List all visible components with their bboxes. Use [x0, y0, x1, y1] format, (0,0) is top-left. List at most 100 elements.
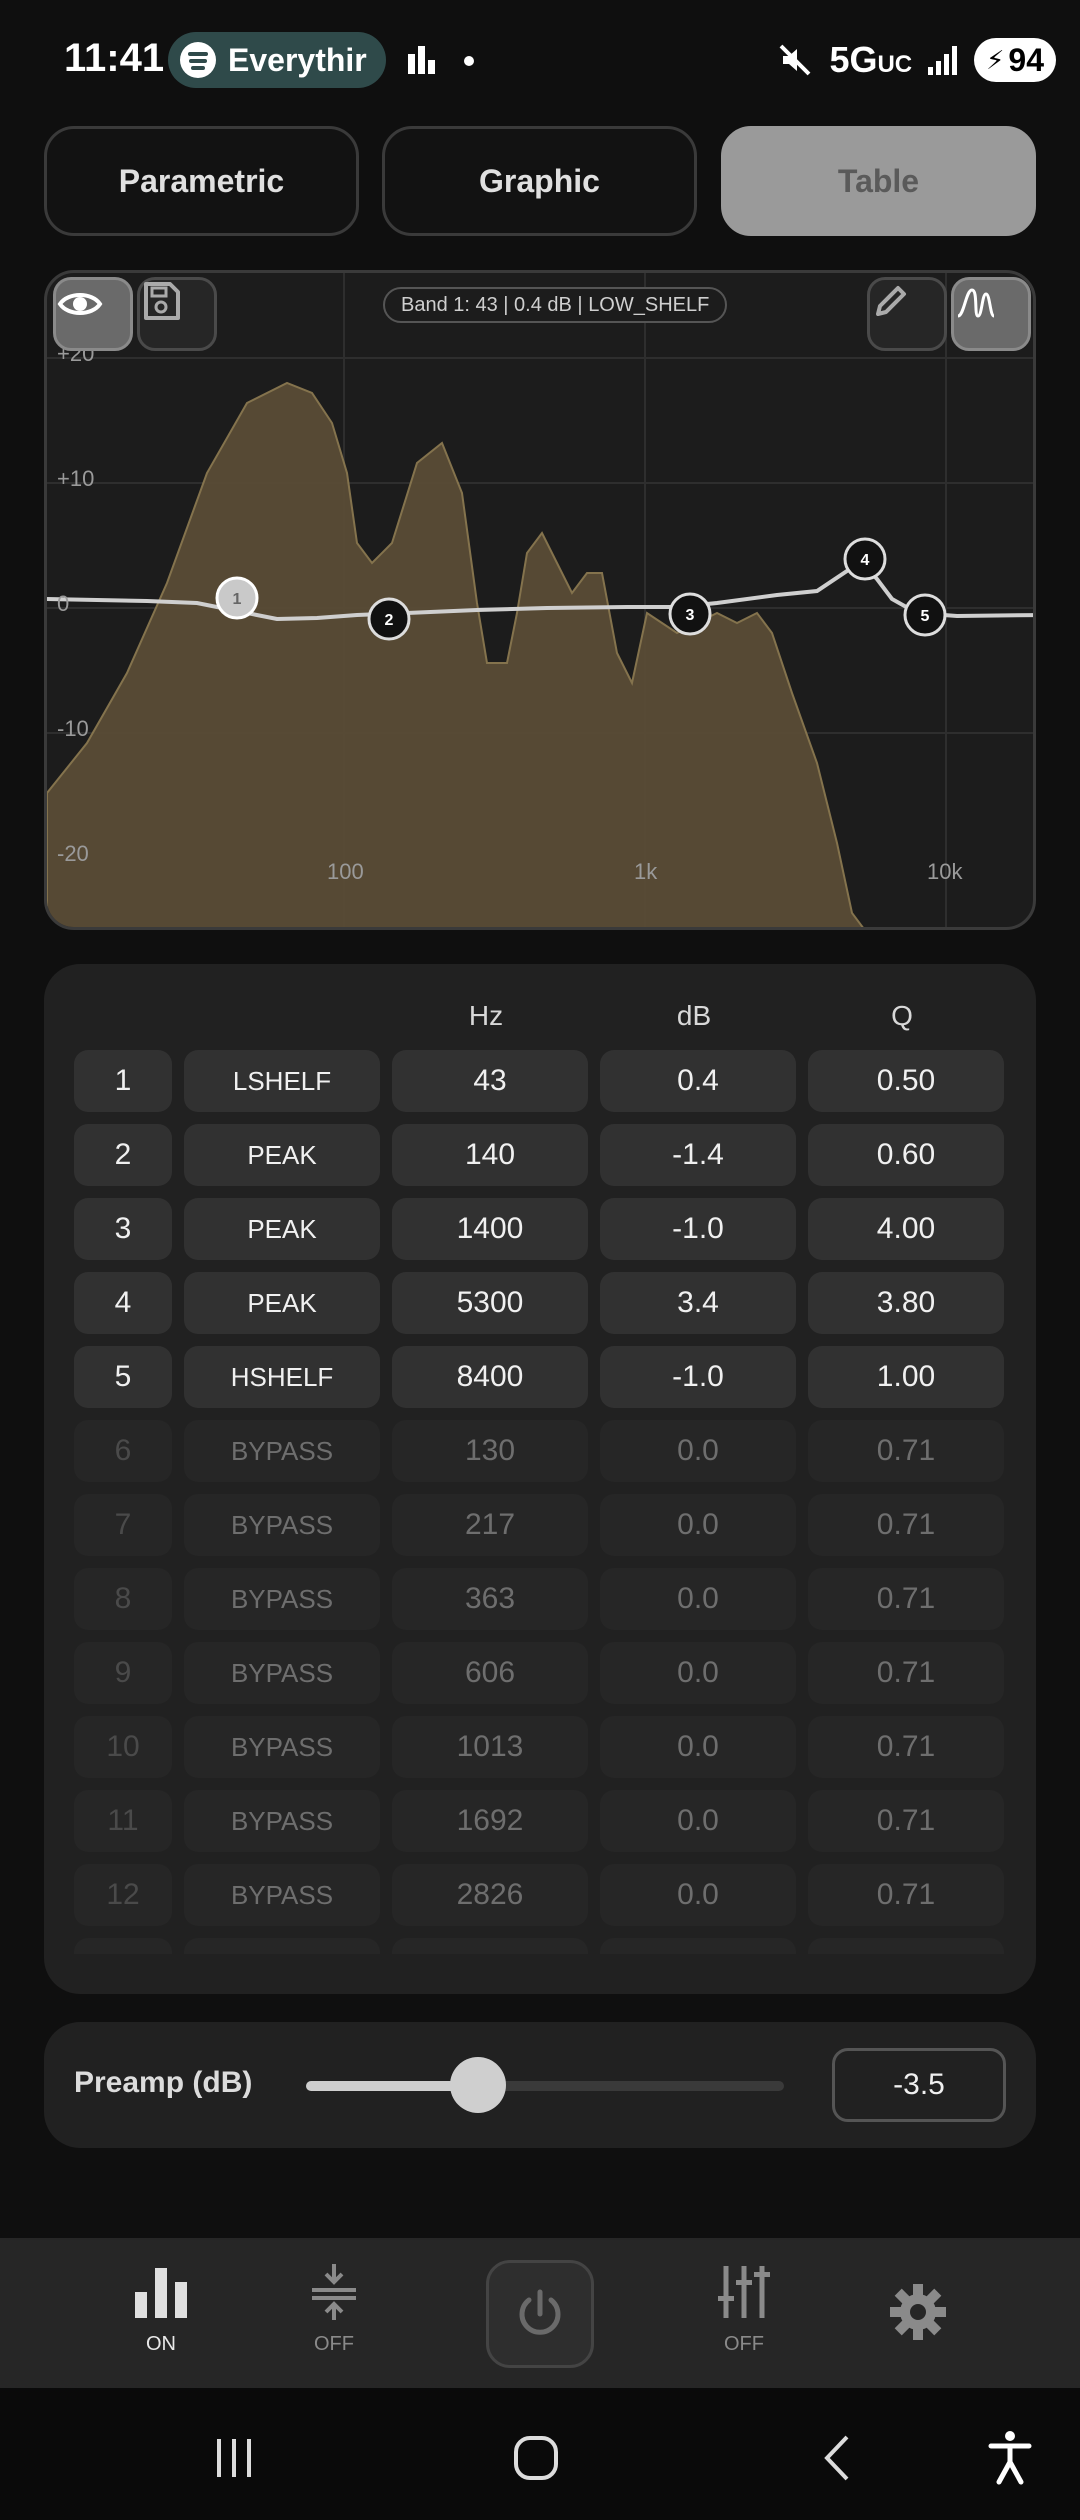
frequency-input[interactable]: 8400	[392, 1346, 588, 1408]
band-index-cell[interactable]: 12	[74, 1864, 172, 1926]
eq-graph[interactable]: +20 +10 0 -10 -20 100 1k 10k 1 2 3 4 5 B…	[44, 270, 1036, 930]
frequency-input[interactable]: 5300	[392, 1272, 588, 1334]
band-index-cell[interactable]: 1	[74, 1050, 172, 1112]
band-node-1[interactable]: 1	[215, 576, 259, 620]
frequency-input[interactable]: 217	[392, 1494, 588, 1556]
preamp-slider-thumb[interactable]	[450, 2057, 507, 2113]
q-input[interactable]: 4.00	[808, 1198, 1004, 1260]
band-index-cell[interactable]: 2	[74, 1124, 172, 1186]
band-index-cell[interactable]: 11	[74, 1790, 172, 1852]
band-node-5[interactable]: 5	[903, 593, 947, 637]
bottom-toolbar: ON OFF OFF	[0, 2238, 1080, 2388]
band-index-cell[interactable]: 8	[74, 1568, 172, 1630]
gain-input[interactable]: 0.0	[600, 1642, 796, 1704]
band-index-cell[interactable]: 4	[74, 1272, 172, 1334]
frequency-input[interactable]: 1400	[392, 1198, 588, 1260]
band-index-cell[interactable]: 9	[74, 1642, 172, 1704]
band-type-selector[interactable]: BYPASS	[184, 1790, 380, 1852]
band-index-cell[interactable]: 3	[74, 1198, 172, 1260]
q-input[interactable]: 0.71	[808, 1864, 1004, 1926]
gain-input[interactable]: 0.4	[600, 1050, 796, 1112]
curve-mode-button[interactable]	[951, 277, 1031, 351]
gain-input[interactable]: -1.0	[600, 1346, 796, 1408]
table-row: 11 BYPASS 1692 0.0 0.71	[74, 1790, 1006, 1864]
q-input[interactable]: 0.71	[808, 1642, 1004, 1704]
accessibility-icon	[988, 2431, 1032, 2485]
gain-input[interactable]: 0.0	[600, 1494, 796, 1556]
recent-apps-button[interactable]	[194, 2418, 274, 2498]
q-input[interactable]: 0.60	[808, 1124, 1004, 1186]
q-input[interactable]: 0.71	[808, 1494, 1004, 1556]
q-input[interactable]: 0.71	[808, 1716, 1004, 1778]
frequency-input[interactable]: 130	[392, 1420, 588, 1482]
gain-input[interactable]: 0.0	[600, 1568, 796, 1630]
home-button[interactable]	[496, 2418, 576, 2498]
save-icon	[144, 282, 180, 320]
signal-icon	[928, 46, 958, 75]
q-input[interactable]: 3.80	[808, 1272, 1004, 1334]
compressor-status-label: OFF	[314, 2333, 354, 2355]
band-type-selector[interactable]: PEAK	[184, 1272, 380, 1334]
mixer-status-label: OFF	[724, 2333, 764, 2355]
q-input[interactable]: 0.71	[808, 1938, 1004, 1954]
settings-button[interactable]	[858, 2282, 978, 2347]
preamp-value-input[interactable]: -3.5	[832, 2048, 1006, 2122]
media-pill-text: Everythir	[228, 41, 367, 78]
band-index-cell[interactable]: 10	[74, 1716, 172, 1778]
band-type-selector[interactable]: BYPASS	[184, 1494, 380, 1556]
gain-input[interactable]: 0.0	[600, 1716, 796, 1778]
gain-input[interactable]: 0.0	[600, 1420, 796, 1482]
band-type-selector[interactable]: BYPASS	[184, 1642, 380, 1704]
save-preset-button[interactable]	[137, 277, 217, 351]
frequency-input[interactable]: 363	[392, 1568, 588, 1630]
mixer-toggle-button[interactable]: OFF	[684, 2262, 804, 2356]
gain-input[interactable]: 0.0	[600, 1938, 796, 1954]
frequency-input[interactable]: 43	[392, 1050, 588, 1112]
accessibility-button[interactable]	[970, 2418, 1050, 2498]
power-button[interactable]	[486, 2260, 594, 2368]
toggle-visibility-button[interactable]	[53, 277, 133, 351]
frequency-input[interactable]: 2826	[392, 1864, 588, 1926]
tab-graphic[interactable]: Graphic	[382, 126, 697, 236]
band-type-selector[interactable]: LSHELF	[184, 1050, 380, 1112]
band-index-cell[interactable]: 13	[74, 1938, 172, 1954]
gain-input[interactable]: 3.4	[600, 1272, 796, 1334]
frequency-input[interactable]: 606	[392, 1642, 588, 1704]
band-index-cell[interactable]: 6	[74, 1420, 172, 1482]
band-type-selector[interactable]: BYPASS	[184, 1568, 380, 1630]
band-type-selector[interactable]: BYPASS	[184, 1716, 380, 1778]
frequency-input[interactable]: 1013	[392, 1716, 588, 1778]
tab-table[interactable]: Table	[721, 126, 1036, 236]
band-index-cell[interactable]: 7	[74, 1494, 172, 1556]
gain-input[interactable]: 0.0	[600, 1790, 796, 1852]
band-node-2[interactable]: 2	[367, 597, 411, 641]
band-node-3[interactable]: 3	[668, 592, 712, 636]
band-node-4[interactable]: 4	[843, 537, 887, 581]
compressor-toggle-button[interactable]: OFF	[274, 2262, 394, 2356]
preamp-slider[interactable]	[306, 2057, 784, 2113]
frequency-input[interactable]: 140	[392, 1124, 588, 1186]
q-input[interactable]: 0.50	[808, 1050, 1004, 1112]
band-type-selector[interactable]: BYPASS	[184, 1938, 380, 1954]
band-type-selector[interactable]: PEAK	[184, 1124, 380, 1186]
q-input[interactable]: 0.71	[808, 1420, 1004, 1482]
q-input[interactable]: 0.71	[808, 1790, 1004, 1852]
gain-input[interactable]: -1.4	[600, 1124, 796, 1186]
edit-button[interactable]	[867, 277, 947, 351]
q-input[interactable]: 0.71	[808, 1568, 1004, 1630]
media-pill[interactable]: Everythir	[168, 32, 386, 88]
tab-parametric[interactable]: Parametric	[44, 126, 359, 236]
band-type-selector[interactable]: PEAK	[184, 1198, 380, 1260]
band-type-selector[interactable]: BYPASS	[184, 1864, 380, 1926]
band-type-selector[interactable]: HSHELF	[184, 1346, 380, 1408]
band-type-selector[interactable]: BYPASS	[184, 1420, 380, 1482]
eq-toggle-button[interactable]: ON	[101, 2262, 221, 2356]
gain-input[interactable]: -1.0	[600, 1198, 796, 1260]
frequency-input[interactable]: 4720	[392, 1938, 588, 1954]
back-button[interactable]	[798, 2418, 878, 2498]
q-input[interactable]: 1.00	[808, 1346, 1004, 1408]
band-index-cell[interactable]: 5	[74, 1346, 172, 1408]
pencil-icon	[876, 286, 906, 316]
gain-input[interactable]: 0.0	[600, 1864, 796, 1926]
frequency-input[interactable]: 1692	[392, 1790, 588, 1852]
